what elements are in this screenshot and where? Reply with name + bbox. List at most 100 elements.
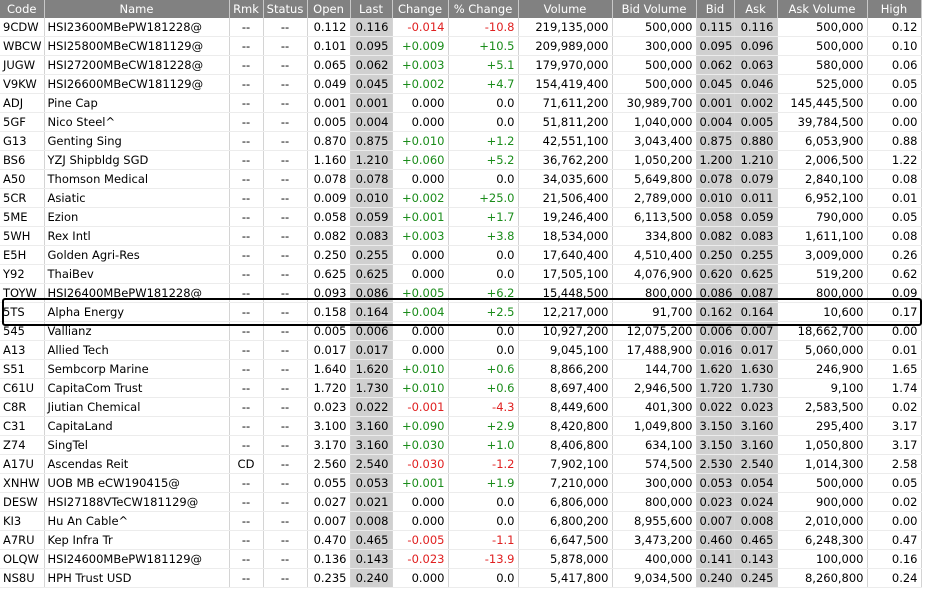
cell-status: -- bbox=[263, 112, 308, 132]
table-row[interactable]: E5H Golden Agri-Res -- -- 0.250 0.255 0.000 0.0… bbox=[0, 245, 922, 265]
table-row[interactable]: 5ME Ezion -- -- 0.058 0.059 +0.001 +1.7 19,246,4… bbox=[0, 207, 922, 227]
cell-change: +0.090 bbox=[392, 416, 449, 436]
cell-code: S51 bbox=[0, 359, 45, 379]
column-header-rmk[interactable]: Rmk bbox=[229, 0, 264, 18]
cell-bid-volume: 400,000 bbox=[612, 549, 697, 569]
table-row[interactable]: BS6 YZJ Shipbldg SGD -- -- 1.160 1.210 +0.060 +… bbox=[0, 150, 922, 170]
table-row[interactable]: DESW HSI27188VTeCW181129@ -- -- 0.027 0.021 0.… bbox=[0, 492, 922, 512]
table-row[interactable]: Y92 ThaiBev -- -- 0.625 0.625 0.000 0.0 17,505,1… bbox=[0, 264, 922, 284]
cell-code: C31 bbox=[0, 416, 45, 436]
cell-code: C8R bbox=[0, 397, 45, 417]
cell-bid: 1.720 bbox=[696, 378, 735, 398]
cell-volume: 9,045,100 bbox=[518, 340, 613, 360]
cell-pct-change: +2.5 bbox=[448, 302, 519, 322]
column-header-high[interactable]: High bbox=[867, 0, 922, 18]
cell-name: HSI27188VTeCW181129@ bbox=[44, 492, 230, 512]
cell-name: HPH Trust USD bbox=[44, 568, 230, 588]
cell-ask-volume: 900,000 bbox=[777, 492, 868, 512]
column-header-code[interactable]: Code bbox=[0, 0, 45, 18]
table-row[interactable]: A17U Ascendas Reit CD -- 2.560 2.540 -0.030 -1.… bbox=[0, 454, 922, 474]
table-row[interactable]: 5WH Rex Intl -- -- 0.082 0.083 +0.003 +3.8 18,53… bbox=[0, 226, 922, 246]
cell-ask: 0.007 bbox=[734, 321, 778, 341]
cell-last: 1.620 bbox=[350, 359, 393, 379]
cell-high: 0.02 bbox=[867, 492, 922, 512]
cell-ask: 3.160 bbox=[734, 435, 778, 455]
cell-last: 3.160 bbox=[350, 416, 393, 436]
cell-open: 3.100 bbox=[307, 416, 351, 436]
table-row[interactable]: NS8U HPH Trust USD -- -- 0.235 0.240 0.000 0.0 5… bbox=[0, 568, 922, 588]
table-row[interactable]: A13 Allied Tech -- -- 0.017 0.017 0.000 0.0 9,04… bbox=[0, 340, 922, 360]
cell-ask: 1.730 bbox=[734, 378, 778, 398]
cell-high: 0.62 bbox=[867, 264, 922, 284]
cell-status: -- bbox=[263, 321, 308, 341]
table-row[interactable]: 545 Vallianz -- -- 0.005 0.006 0.000 0.0 10,927,… bbox=[0, 321, 922, 341]
column-header-change[interactable]: % Change bbox=[448, 0, 519, 18]
table-row[interactable]: C61U CapitaCom Trust -- -- 1.720 1.730 +0.010 +… bbox=[0, 378, 922, 398]
stock-quotes-table: Code Name Rmk Status Open Last Change% Change V… bbox=[0, 0, 922, 588]
column-header-name[interactable]: Name bbox=[44, 0, 230, 18]
cell-volume: 154,419,400 bbox=[518, 74, 613, 94]
cell-bid-volume: 800,000 bbox=[612, 283, 697, 303]
cell-high: 0.47 bbox=[867, 530, 922, 550]
cell-code: TOYW bbox=[0, 283, 45, 303]
table-row[interactable]: 9CDW HSI23600MBePW181228@ -- -- 0.112 0.116 -0… bbox=[0, 18, 922, 37]
table-row[interactable]: C8R Jiutian Chemical -- -- 0.023 0.022 -0.001-… bbox=[0, 397, 922, 417]
table-row[interactable]: Z74 SingTel -- -- 3.170 3.160 +0.030 +1.0 8,406,… bbox=[0, 435, 922, 455]
cell-ask: 0.008 bbox=[734, 511, 778, 531]
column-header-bid[interactable]: Bid bbox=[696, 0, 735, 18]
cell-ask-volume: 5,060,000 bbox=[777, 340, 868, 360]
cell-open: 0.870 bbox=[307, 131, 351, 151]
column-header-open[interactable]: Open bbox=[307, 0, 351, 18]
cell-high: 0.88 bbox=[867, 131, 922, 151]
table-row[interactable]: XNHW UOB MB eCW190415@ -- -- 0.055 0.053 +0.00… bbox=[0, 473, 922, 493]
column-header-change[interactable]: Change bbox=[392, 0, 449, 18]
column-header-ask-volume[interactable]: Ask Volume bbox=[777, 0, 868, 18]
table-row[interactable]: ADJ Pine Cap -- -- 0.001 0.001 0.000 0.0 71,611,… bbox=[0, 93, 922, 113]
column-header-last[interactable]: Last bbox=[350, 0, 393, 18]
cell-volume: 5,878,000 bbox=[518, 549, 613, 569]
table-row[interactable]: V9KW HSI26600MBeCW181129@ -- -- 0.049 0.045 +0… bbox=[0, 74, 922, 94]
table-row[interactable]: JUGW HSI27200MBeCW181228@ -- -- 0.065 0.062 +0… bbox=[0, 55, 922, 75]
cell-status: -- bbox=[263, 530, 308, 550]
cell-change: 0.000 bbox=[392, 245, 449, 265]
table-row[interactable]: C31 CapitaLand -- -- 3.100 3.160 +0.090 +2.9 8,4… bbox=[0, 416, 922, 436]
column-header-status[interactable]: Status bbox=[263, 0, 308, 18]
table-row[interactable]: WBCW HSI25800MBeCW181129@ -- -- 0.101 0.095 +0… bbox=[0, 36, 922, 56]
column-header-ask[interactable]: Ask bbox=[734, 0, 778, 18]
cell-last: 0.875 bbox=[350, 131, 393, 151]
table-row[interactable]: G13 Genting Sing -- -- 0.870 0.875 +0.010 +1.2 4… bbox=[0, 131, 922, 151]
cell-high: 0.17 bbox=[867, 302, 922, 322]
cell-volume: 8,866,200 bbox=[518, 359, 613, 379]
column-header-volume[interactable]: Volume bbox=[518, 0, 613, 18]
cell-high: 0.10 bbox=[867, 36, 922, 56]
table-row[interactable]: TOYW HSI26400MBePW181228@ -- -- 0.093 0.086 +0… bbox=[0, 283, 922, 303]
cell-rmk: -- bbox=[229, 283, 264, 303]
table-row[interactable]: 5GF Nico Steel^ -- -- 0.005 0.004 0.000 0.0 51,8… bbox=[0, 112, 922, 132]
cell-rmk: -- bbox=[229, 74, 264, 94]
cell-high: 0.05 bbox=[867, 207, 922, 227]
cell-last: 0.083 bbox=[350, 226, 393, 246]
cell-status: -- bbox=[263, 264, 308, 284]
cell-open: 0.017 bbox=[307, 340, 351, 360]
cell-name: Golden Agri-Res bbox=[44, 245, 230, 265]
table-row[interactable]: 5CR Asiatic -- -- 0.009 0.010 +0.002 +25.0 21,50… bbox=[0, 188, 922, 208]
table-row[interactable]: S51 Sembcorp Marine -- -- 1.640 1.620 +0.010 +0… bbox=[0, 359, 922, 379]
table-row[interactable]: A50 Thomson Medical -- -- 0.078 0.078 0.000 0.0… bbox=[0, 169, 922, 189]
table-row[interactable]: A7RU Kep Infra Tr -- -- 0.470 0.465 -0.005 -1.1… bbox=[0, 530, 922, 550]
table-row[interactable]: OLQW HSI24600MBePW181129@ -- -- 0.136 0.143 -0… bbox=[0, 549, 922, 569]
cell-high: 3.17 bbox=[867, 416, 922, 436]
cell-name: Allied Tech bbox=[44, 340, 230, 360]
cell-ask: 0.024 bbox=[734, 492, 778, 512]
cell-last: 0.059 bbox=[350, 207, 393, 227]
cell-ask: 0.083 bbox=[734, 226, 778, 246]
cell-bid-volume: 1,049,800 bbox=[612, 416, 697, 436]
cell-status: -- bbox=[263, 283, 308, 303]
column-header-bid-volume[interactable]: Bid Volume bbox=[612, 0, 697, 18]
cell-high: 0.26 bbox=[867, 245, 922, 265]
cell-ask-volume: 2,840,100 bbox=[777, 169, 868, 189]
cell-last: 0.078 bbox=[350, 169, 393, 189]
table-row[interactable]: KI3 Hu An Cable^ -- -- 0.007 0.008 0.000 0.0 6,8… bbox=[0, 511, 922, 531]
cell-pct-change: +1.7 bbox=[448, 207, 519, 227]
cell-last: 0.017 bbox=[350, 340, 393, 360]
table-row[interactable]: 5TS Alpha Energy -- -- 0.158 0.164 +0.004 +2.5 1… bbox=[0, 302, 922, 322]
